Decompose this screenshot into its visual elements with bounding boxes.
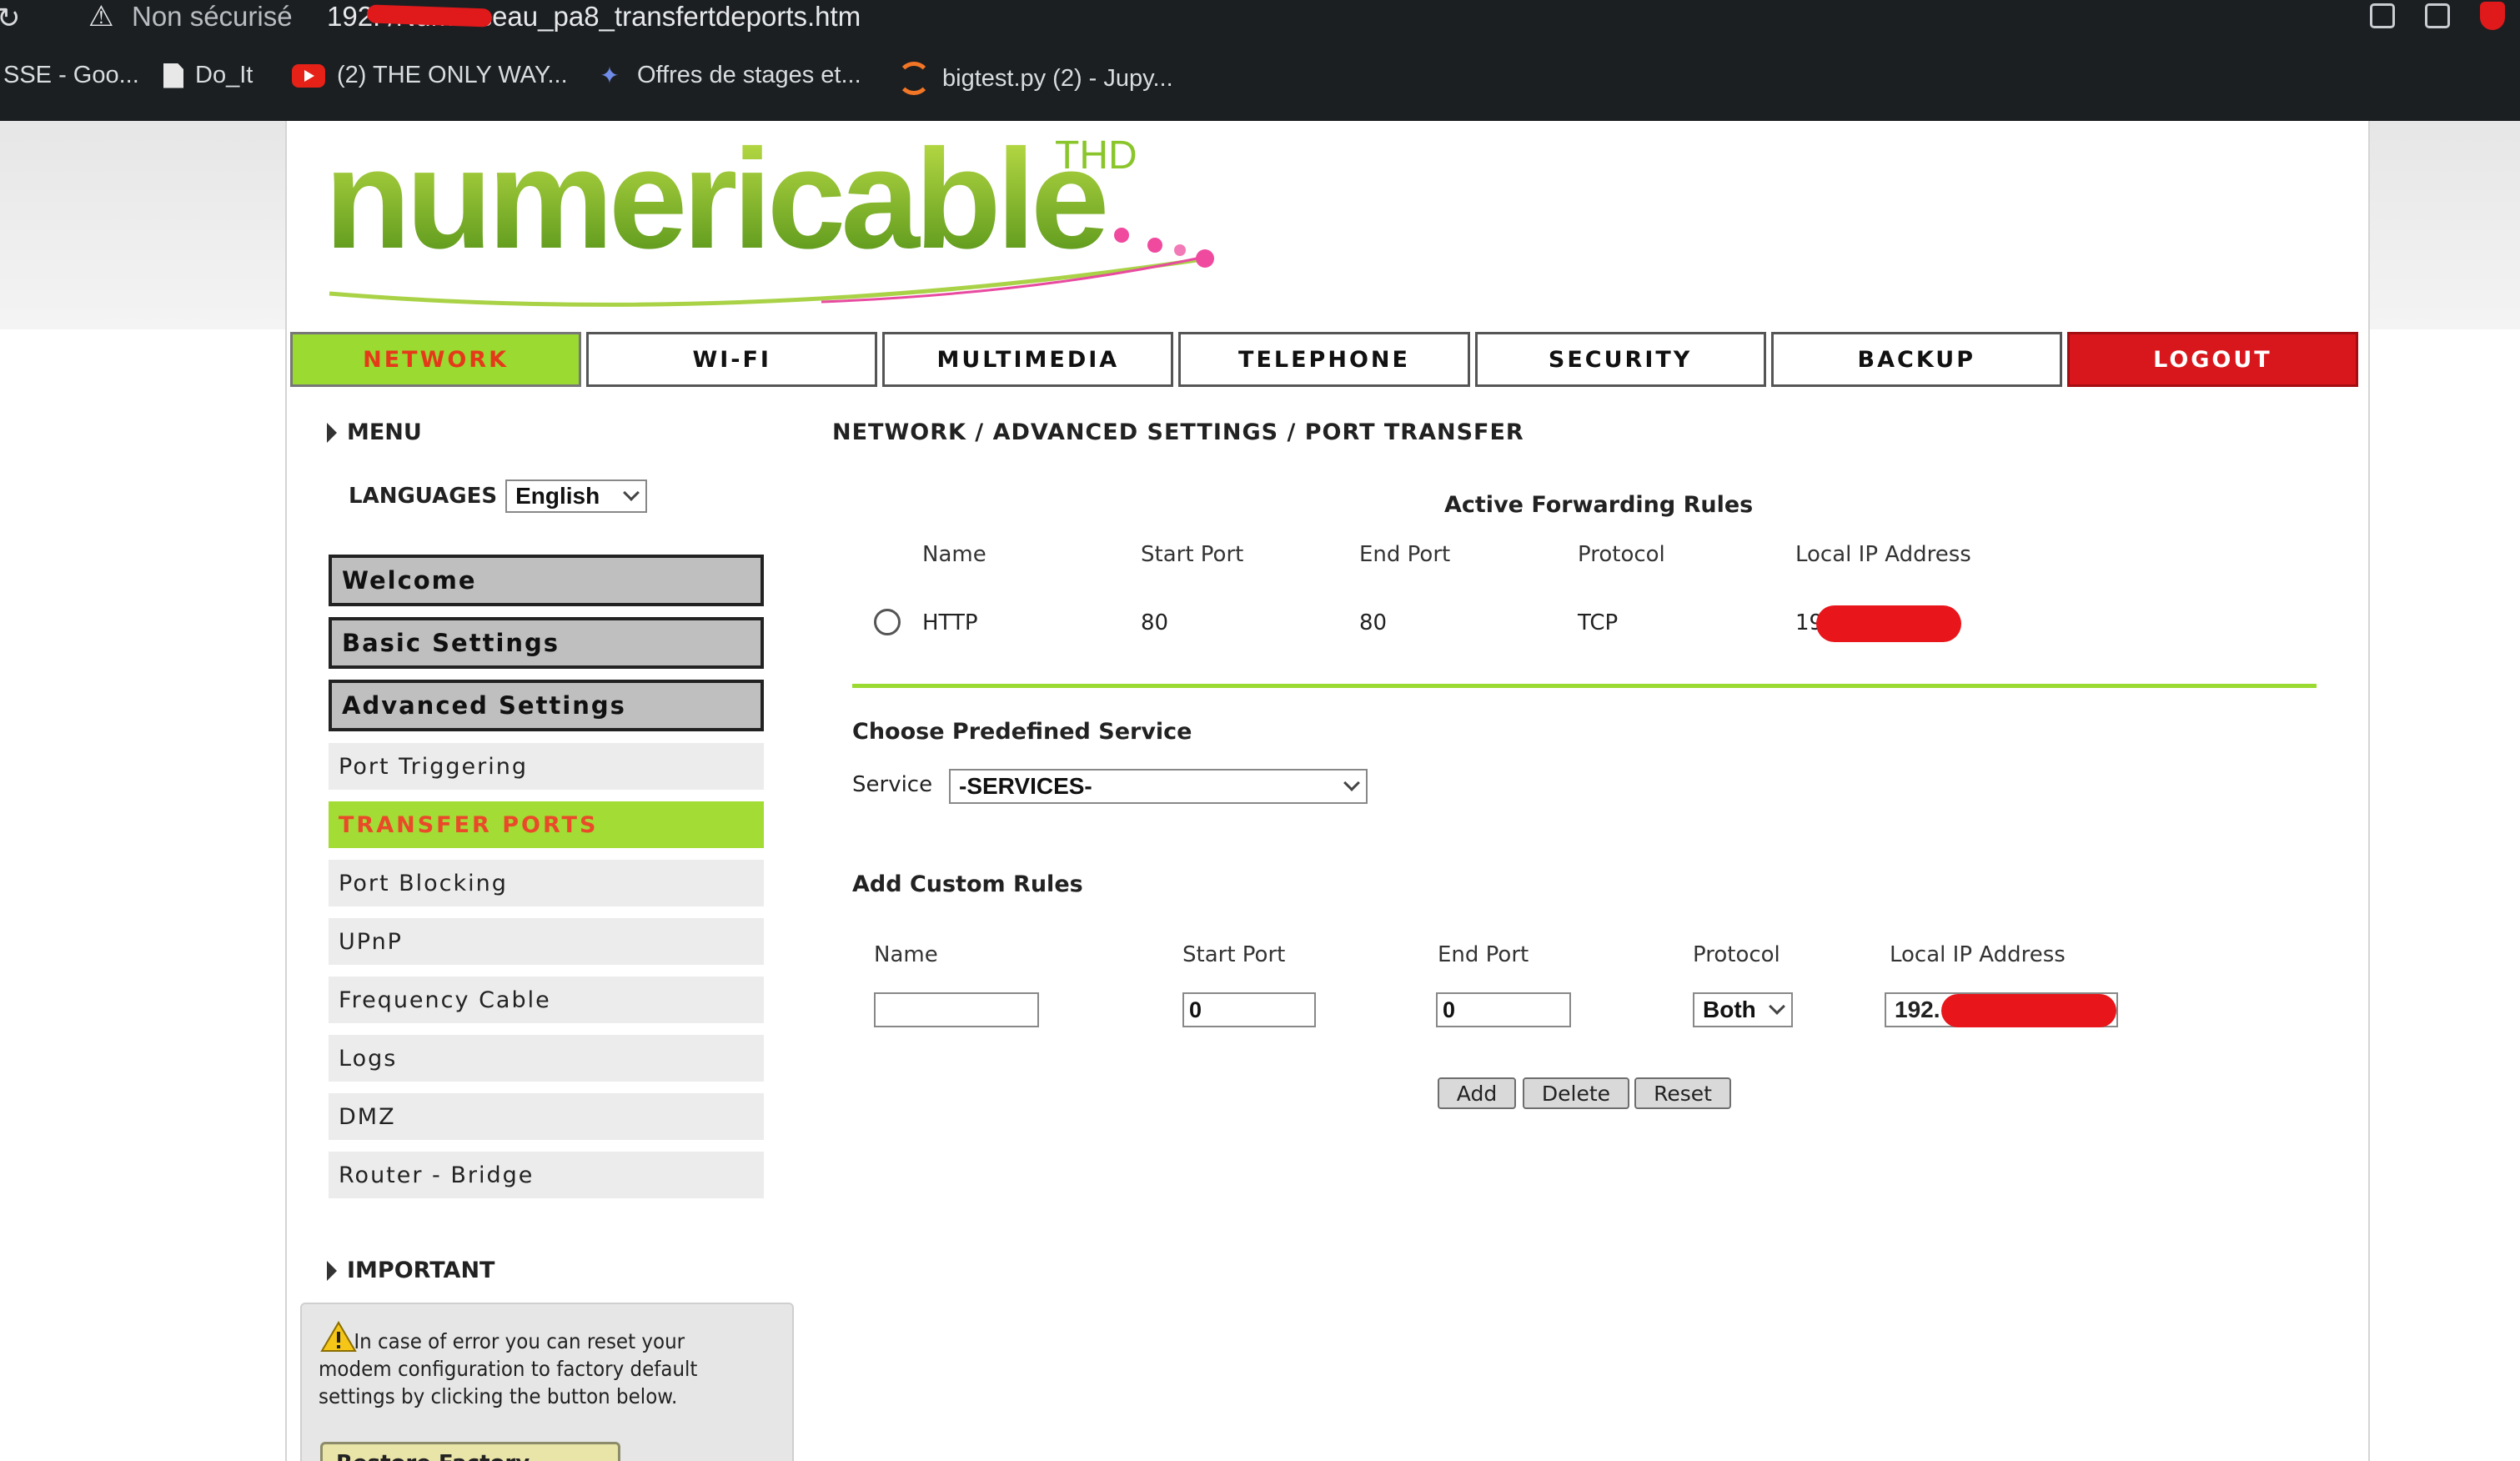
tab-backup[interactable]: BACKUP (1770, 332, 2062, 387)
language-row: LANGUAGES English (349, 479, 648, 513)
add-button[interactable]: Add (1438, 1077, 1516, 1109)
sidebar-item-port-blocking[interactable]: Port Blocking (329, 860, 764, 906)
important-heading[interactable]: IMPORTANT (327, 1258, 494, 1283)
bookmark-offres[interactable]: ✦ Offres de stages et... (594, 62, 861, 89)
protocol-select[interactable]: Both (1693, 992, 1793, 1027)
rule-protocol: TCP (1578, 610, 1619, 635)
column-header-name: Name (874, 942, 938, 967)
browser-actions (2370, 2, 2505, 30)
reload-icon[interactable]: ↻ (0, 2, 21, 35)
sidebar-item-dmz[interactable]: DMZ (329, 1093, 764, 1140)
column-header-name: Name (922, 542, 986, 567)
screenshot-icon[interactable] (2425, 3, 2450, 28)
jupyter-icon (897, 62, 931, 95)
sidebar-item-transfer-ports[interactable]: TRANSFER PORTS (329, 801, 764, 848)
tab-security[interactable]: SECURITY (1474, 332, 1766, 387)
column-header-start-port: Start Port (1182, 942, 1286, 967)
menu-heading[interactable]: MENU (327, 419, 422, 445)
sidebar-section-welcome[interactable]: Welcome (329, 555, 764, 606)
expand-triangle-icon (327, 422, 337, 443)
sidebar-section-advanced-settings[interactable]: Advanced Settings (329, 680, 764, 731)
bookmark-jupyter[interactable]: bigtest.py (2) - Jupy... (897, 62, 1173, 95)
sidebar-item-frequency-cable[interactable]: Frequency Cable (329, 977, 764, 1023)
bookmark-label: SSE - Goo... (3, 62, 139, 88)
security-label[interactable]: Non sécurisé (132, 1, 293, 33)
service-value: -SERVICES- (959, 773, 1092, 799)
rule-select-radio[interactable] (874, 609, 901, 635)
redaction-mark (1941, 994, 2116, 1027)
important-panel: In case of error you can reset your mode… (300, 1303, 794, 1461)
logo-wordmark: numericable (324, 127, 1105, 279)
sidebar-section-basic-settings[interactable]: Basic Settings (329, 617, 764, 669)
warning-icon: ⚠ (88, 1, 114, 33)
column-header-end-port: End Port (1359, 542, 1451, 567)
numericable-logo: numericable THD (324, 127, 1214, 307)
eu-stars-icon: ✦ (600, 62, 620, 88)
sidebar-item-router-bridge[interactable]: Router - Bridge (329, 1152, 764, 1198)
tab-multimedia[interactable]: MULTIMEDIA (882, 332, 1174, 387)
sidebar-item-logs[interactable]: Logs (329, 1035, 764, 1082)
important-text: In case of error you can reset your mode… (319, 1329, 698, 1408)
shield-icon[interactable] (2480, 2, 2505, 30)
bookmark-doit[interactable]: Do_It (163, 62, 253, 89)
chevron-down-icon (623, 484, 640, 501)
tab-network[interactable]: NETWORK (290, 332, 582, 387)
bookmark-label: (2) THE ONLY WAY... (337, 62, 568, 88)
protocol-value: Both (1703, 997, 1756, 1022)
languages-label: LANGUAGES (349, 484, 498, 509)
rule-end-port: 80 (1359, 610, 1388, 635)
bookmarks-bar: SSE - Goo... Do_It (2) THE ONLY WAY... ✦… (0, 62, 2520, 103)
local-ip-value: 192. (1895, 997, 1940, 1022)
bookmark-youtube[interactable]: (2) THE ONLY WAY... (292, 62, 568, 89)
youtube-icon (292, 63, 325, 88)
rule-name-input[interactable] (874, 992, 1039, 1027)
section-divider (852, 684, 2317, 688)
breadcrumb: NETWORK / ADVANCED SETTINGS / PORT TRANS… (832, 419, 1524, 445)
share-icon[interactable] (2370, 3, 2395, 28)
main-nav: NETWORK WI-FI MULTIMEDIA TELEPHONE SECUR… (290, 332, 2358, 387)
tab-telephone[interactable]: TELEPHONE (1178, 332, 1470, 387)
sidebar-item-port-triggering[interactable]: Port Triggering (329, 743, 764, 790)
bookmark-label: bigtest.py (2) - Jupy... (942, 64, 1173, 92)
redaction-mark (1816, 605, 1961, 642)
restore-factory-default-button[interactable]: Restore Factory Default (320, 1442, 620, 1461)
chevron-down-icon (1769, 998, 1785, 1015)
rule-start-port: 80 (1141, 610, 1169, 635)
tab-wifi[interactable]: WI-FI (586, 332, 878, 387)
bookmark-label: Offres de stages et... (637, 62, 861, 88)
rule-name: HTTP (922, 610, 978, 635)
column-header-local-ip: Local IP Address (1795, 542, 1971, 567)
chevron-down-icon (1343, 775, 1360, 791)
language-value: English (515, 483, 600, 509)
column-header-protocol: Protocol (1693, 942, 1780, 967)
address-bar[interactable]: ↻ ⚠ Non sécurisé 192. /Numreseau_pa8_tra… (0, 0, 2520, 37)
end-port-input[interactable]: 0 (1436, 992, 1571, 1027)
active-rules-title: Active Forwarding Rules (1444, 492, 1754, 518)
sidebar-item-upnp[interactable]: UPnP (329, 918, 764, 965)
language-select[interactable]: English (505, 479, 648, 513)
delete-button[interactable]: Delete (1523, 1077, 1629, 1109)
service-select[interactable]: -SERVICES- (949, 769, 1368, 804)
column-header-end-port: End Port (1438, 942, 1529, 967)
tab-logout[interactable]: LOGOUT (2066, 332, 2358, 387)
important-title: IMPORTANT (347, 1258, 495, 1283)
predefined-service-title: Choose Predefined Service (852, 719, 1192, 745)
bookmark-sse[interactable]: SSE - Goo... (3, 62, 139, 89)
document-icon (163, 63, 183, 88)
bookmark-label: Do_It (195, 62, 254, 88)
expand-triangle-icon (327, 1260, 337, 1281)
reset-button[interactable]: Reset (1634, 1077, 1731, 1109)
menu-title: MENU (347, 419, 422, 445)
column-header-start-port: Start Port (1141, 542, 1244, 567)
column-header-local-ip: Local IP Address (1890, 942, 2066, 967)
start-port-input[interactable]: 0 (1182, 992, 1316, 1027)
logo-superscript: THD (1055, 133, 1137, 178)
custom-rules-title: Add Custom Rules (852, 871, 1083, 897)
browser-toolbar: ↻ ⚠ Non sécurisé 192. /Numreseau_pa8_tra… (0, 0, 2520, 121)
service-label: Service (852, 772, 933, 797)
column-header-protocol: Protocol (1578, 542, 1665, 567)
